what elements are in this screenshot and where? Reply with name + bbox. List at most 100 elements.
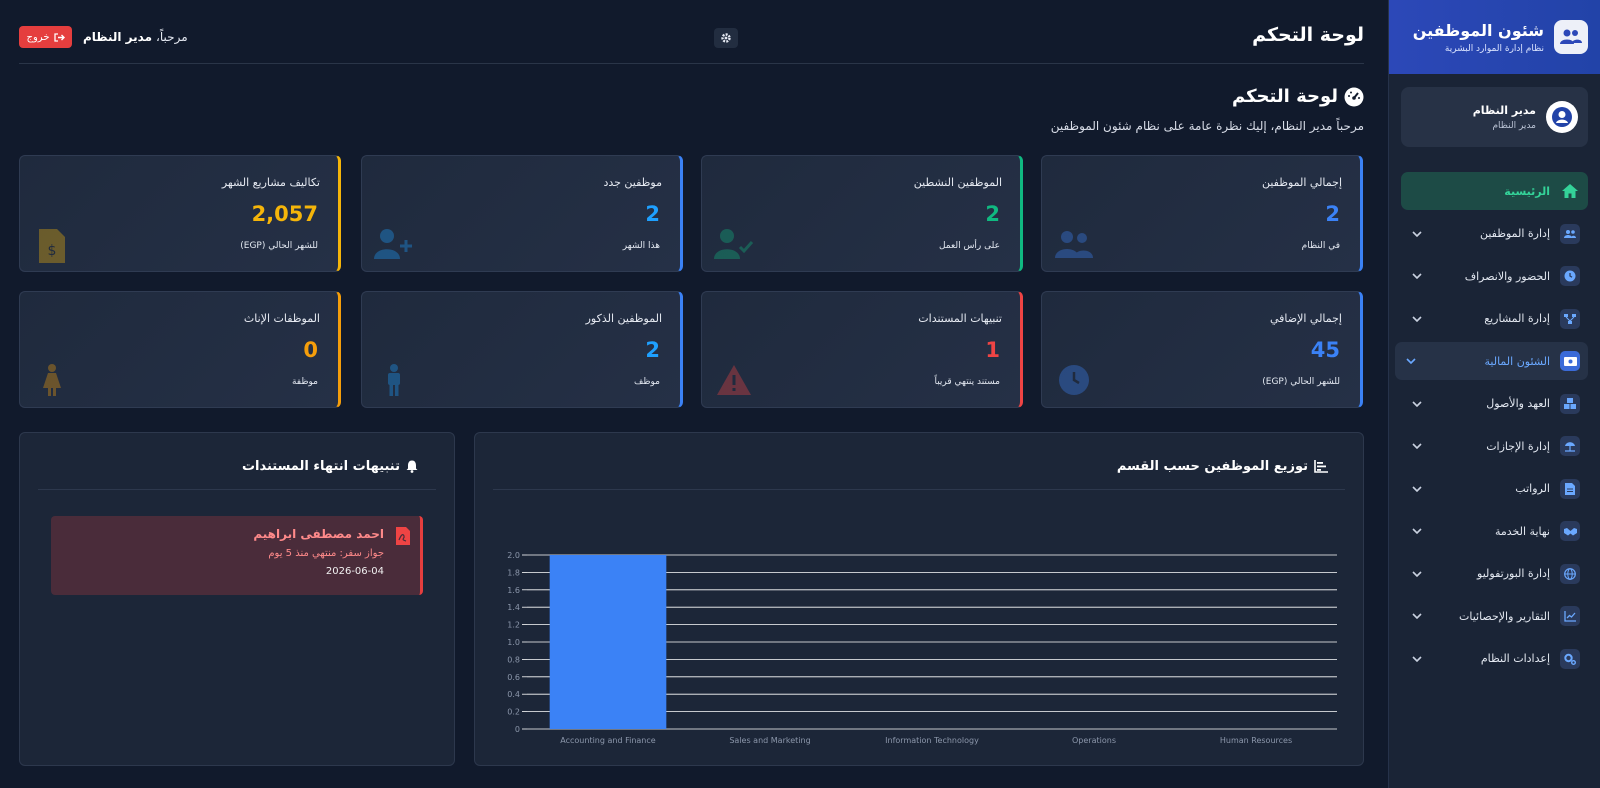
stat-card-project-costs[interactable]: تكاليف مشاريع الشهر 2,057 للشهر الحالي (… (19, 155, 341, 272)
chart-x-tick-label: Operations (1072, 736, 1116, 745)
card-title: إجمالي الموظفين (1261, 176, 1342, 189)
card-value: 0 (303, 338, 318, 362)
sidebar-item-portfolio[interactable]: إدارة البورتفوليو (1401, 555, 1588, 593)
alert-document-status: جواز سفر: منتهي منذ 5 يوم (268, 548, 384, 559)
card-title: الموظفين النشطين (913, 176, 1002, 189)
chevron-down-icon[interactable] (1411, 610, 1423, 622)
users-cog-icon (1554, 20, 1588, 54)
chart-panel-title: توزيع الموظفين حسب القسم (1117, 459, 1328, 474)
file-invoice-icon (1560, 478, 1580, 499)
card-subtitle: موظف (634, 377, 660, 387)
stat-card-total-employees[interactable]: إجمالي الموظفين 2 في النظام (1041, 155, 1363, 272)
page-title: لوحة التحكم (1232, 86, 1364, 107)
sidebar-item-leaves[interactable]: إدارة الإجازات (1401, 427, 1588, 465)
chart-title-text: توزيع الموظفين حسب القسم (1116, 459, 1308, 474)
chart-y-tick-label: 0.4 (507, 690, 520, 699)
sign-out-icon (53, 32, 65, 42)
clock-icon (1560, 266, 1580, 286)
chevron-down-icon[interactable] (1411, 483, 1423, 495)
chart-y-tick-label: 0 (515, 725, 520, 734)
chevron-down-icon[interactable] (1411, 653, 1423, 665)
sidebar-item-label: التقارير والإحصائيات (1458, 609, 1550, 623)
sidebar-item-salaries[interactable]: الرواتب (1401, 470, 1588, 508)
stat-card-female-employees[interactable]: الموظفات الإناث 0 موظفة (19, 291, 341, 408)
card-value: 2 (645, 338, 660, 362)
home-icon (1560, 181, 1580, 201)
chevron-down-icon[interactable] (1411, 228, 1423, 240)
chart-x-tick-label: Sales and Marketing (729, 736, 810, 745)
card-title: الموظفات الإناث (243, 312, 320, 325)
page-subtitle: مرحباً مدير النظام، إليك نظرة عامة على ن… (1050, 119, 1364, 133)
welcome-text: مرحباً، مدير النظام (83, 30, 188, 44)
sidebar-item-label: إعدادات النظام (1480, 652, 1550, 665)
chart-y-tick-label: 1.6 (507, 586, 520, 595)
chart-y-tick-label: 1.2 (507, 621, 520, 630)
page-title-text: لوحة التحكم (1231, 86, 1338, 107)
sidebar-nav: الرئيسية إدارة الموظفين الحضور والانصراف… (1389, 172, 1600, 678)
chevron-down-icon[interactable] (1411, 313, 1423, 325)
chart-panel: توزيع الموظفين حسب القسم 0 0.2 0.4 0.6 0.8 1.… (474, 432, 1364, 766)
sidebar-item-label: العهد والأصول (1486, 397, 1550, 410)
stat-card-male-employees[interactable]: الموظفين الذكور 2 موظف (361, 291, 683, 408)
theme-toggle-button[interactable] (714, 28, 738, 48)
chevron-down-icon[interactable] (1411, 398, 1423, 410)
stat-card-active-employees[interactable]: الموظفين النشطين 2 على رأس العمل (701, 155, 1023, 272)
card-subtitle: في النظام (1301, 241, 1340, 251)
sidebar-item-assets[interactable]: العهد والأصول (1401, 385, 1588, 423)
sidebar-item-settings[interactable]: إعدادات النظام (1401, 640, 1588, 678)
card-subtitle: هذا الشهر (622, 241, 660, 251)
document-alerts-panel: تنبيهات انتهاء المستندات احمد مصطفى ابرا… (19, 432, 455, 766)
welcome-prefix: مرحباً، (156, 30, 188, 44)
sidebar-item-end-of-service[interactable]: نهاية الخدمة (1401, 512, 1588, 550)
chart-line-icon (1560, 606, 1580, 626)
chart-y-tick-label: 1.4 (507, 603, 520, 612)
card-title: إجمالي الإضافي (1269, 312, 1342, 325)
sidebar: شئون الموظفين نظام إدارة الموارد البشرية… (1388, 0, 1600, 788)
card-value: 2 (985, 202, 1000, 226)
sidebar-item-home[interactable]: الرئيسية (1401, 172, 1588, 210)
globe-icon (1560, 563, 1580, 584)
alerts-title-text: تنبيهات انتهاء المستندات (241, 459, 400, 474)
sidebar-item-label: الرواتب (1515, 482, 1550, 495)
sidebar-item-label: الشئون المالية (1484, 354, 1550, 368)
sidebar-item-employees[interactable]: إدارة الموظفين (1401, 215, 1588, 253)
handshake-icon (1560, 521, 1580, 541)
sidebar-item-label: إدارة المشاريع (1484, 312, 1550, 325)
sidebar-item-attendance[interactable]: الحضور والانصراف (1401, 257, 1588, 295)
stat-card-total-overtime[interactable]: إجمالي الإضافي 45 للشهر الحالي (EGP) (1041, 291, 1363, 408)
chart-bar[interactable] (549, 555, 667, 729)
file-pdf-icon (396, 527, 410, 549)
avatar (1546, 101, 1578, 133)
sidebar-item-projects[interactable]: إدارة المشاريع (1401, 300, 1588, 338)
invoice-dollar-icon: $ (32, 226, 72, 266)
brand-subtitle: نظام إدارة الموارد البشرية (1444, 43, 1544, 54)
card-title: موظفين جدد (603, 176, 662, 189)
document-alert-item[interactable]: احمد مصطفى ابراهيم جواز سفر: منتهي منذ 5… (51, 516, 423, 595)
user-check-icon (714, 224, 754, 264)
male-icon (374, 360, 414, 400)
card-value: 1 (985, 338, 1000, 362)
chevron-down-icon[interactable] (1411, 525, 1423, 537)
card-subtitle: للشهر الحالي (EGP) (1262, 377, 1340, 387)
sidebar-item-label: نهاية الخدمة (1494, 524, 1550, 538)
alerts-panel-title: تنبيهات انتهاء المستندات (242, 459, 418, 474)
chevron-down-icon[interactable] (1411, 568, 1423, 580)
alert-date: 2026-06-04 (325, 566, 384, 577)
money-bill-icon (1560, 351, 1580, 371)
card-title: الموظفين الذكور (585, 312, 662, 325)
chevron-down-icon[interactable] (1405, 355, 1417, 367)
chevron-down-icon[interactable] (1411, 270, 1423, 282)
sidebar-item-reports[interactable]: التقارير والإحصائيات (1401, 597, 1588, 635)
sidebar-item-label: إدارة الإجازات (1486, 439, 1550, 453)
sidebar-brand: شئون الموظفين نظام إدارة الموارد البشرية (1389, 0, 1600, 74)
sidebar-item-label: الرئيسية (1504, 184, 1550, 198)
stat-card-new-employees[interactable]: موظفين جدد 2 هذا الشهر (361, 155, 683, 272)
welcome-name: مدير النظام (83, 30, 153, 44)
sidebar-item-finance[interactable]: الشئون المالية (1395, 342, 1588, 380)
sidebar-item-label: إدارة الموظفين (1479, 227, 1550, 240)
users-icon (1560, 223, 1580, 244)
chevron-down-icon[interactable] (1411, 440, 1423, 452)
logout-button[interactable]: خروج (19, 26, 72, 48)
alert-employee-name: احمد مصطفى ابراهيم (253, 527, 384, 541)
stat-card-document-alerts[interactable]: تنبيهات المستندات 1 مستند ينتهي قريباً (701, 291, 1023, 408)
